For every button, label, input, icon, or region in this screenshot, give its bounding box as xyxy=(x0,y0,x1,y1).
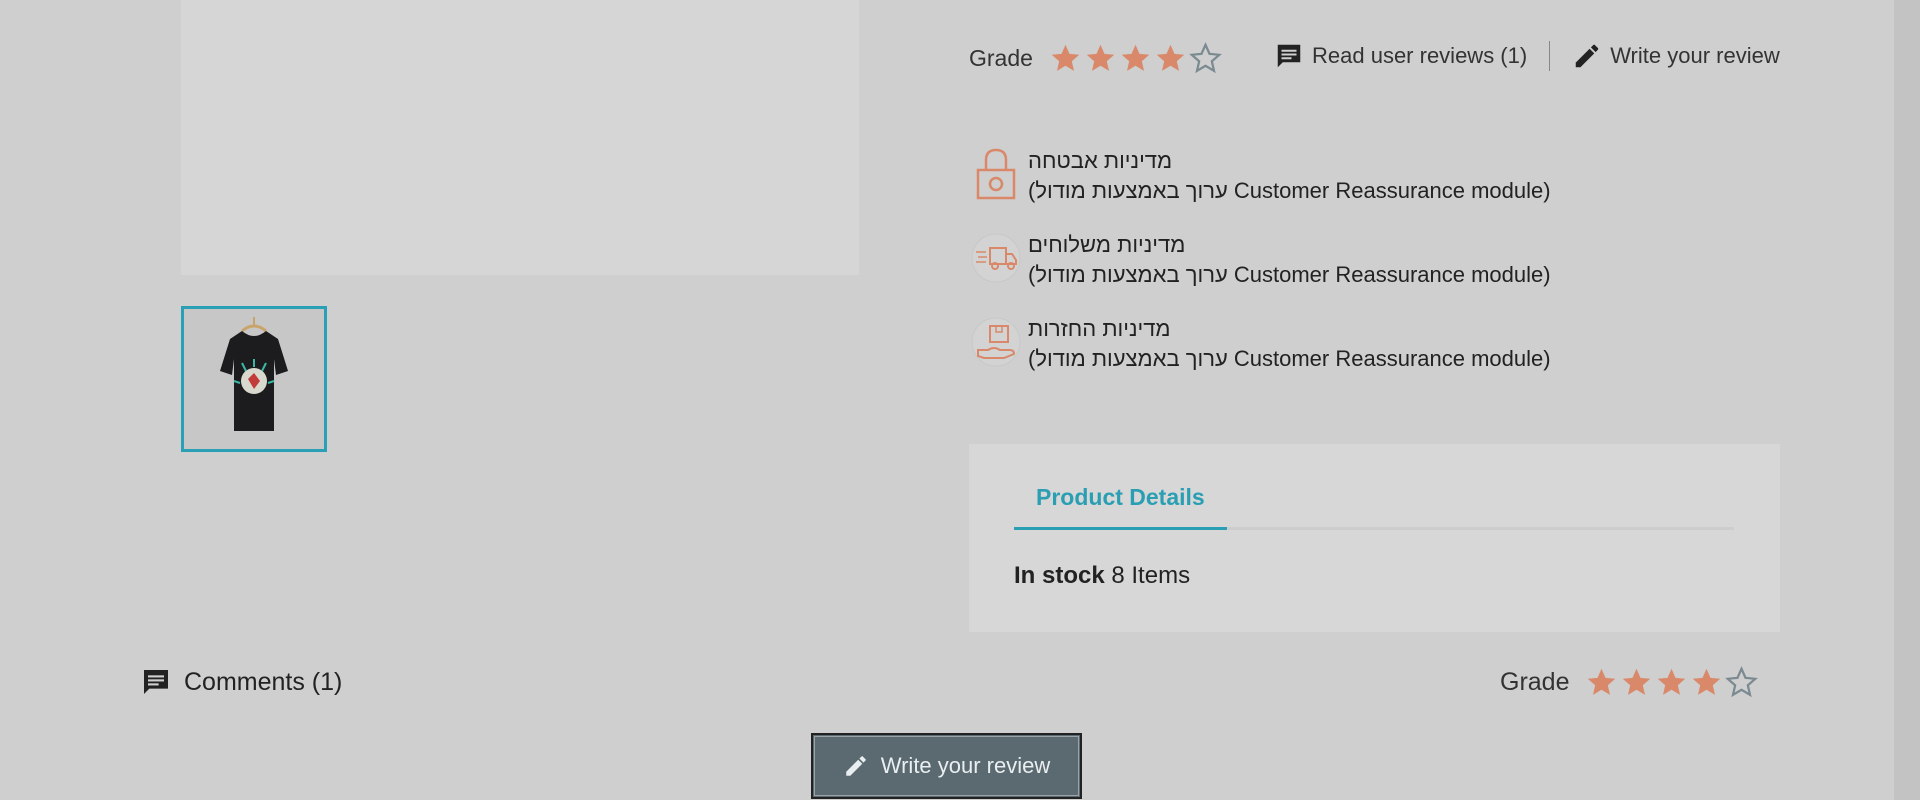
reassurance-item: מדיניות משלוחים (ערוך באמצעות מודול Cust… xyxy=(970,230,1630,314)
product-rating: Grade xyxy=(969,40,1222,76)
comments-rating: Grade xyxy=(1500,664,1759,700)
details-tabs: Product Details xyxy=(1014,444,1734,530)
read-reviews-label: Read user reviews (1) xyxy=(1312,43,1528,68)
lock-icon xyxy=(976,148,1016,200)
page-side-strip xyxy=(1894,0,1920,800)
link-divider xyxy=(1549,41,1551,71)
write-review-link[interactable]: Write your review xyxy=(1572,41,1780,71)
reassurance-desc: (ערוך באמצעות מודול Customer Reassurance… xyxy=(1028,346,1551,371)
product-main-image xyxy=(181,0,859,275)
stock-info: In stock 8 Items xyxy=(1014,562,1190,590)
review-links: Read user reviews (1) Write your review xyxy=(1274,38,1780,74)
tab-product-details[interactable]: Product Details xyxy=(1014,484,1227,530)
customer-reassurance: מדיניות אבטחה (ערוך באמצעות מודול Custom… xyxy=(970,146,1630,398)
star-filled-icon xyxy=(1588,668,1616,695)
write-review-label: Write your review xyxy=(1610,43,1780,68)
reassurance-item: מדיניות אבטחה (ערוך באמצעות מודול Custom… xyxy=(970,146,1630,230)
reassurance-desc: (ערוך באמצעות מודול Customer Reassurance… xyxy=(1028,178,1551,203)
star-filled-icon xyxy=(1623,668,1651,695)
reassurance-title: מדיניות משלוחים xyxy=(1028,232,1186,257)
comment-icon xyxy=(144,670,168,694)
product-details-panel: Product Details In stock 8 Items xyxy=(969,444,1780,632)
star-empty-icon xyxy=(1189,41,1222,73)
return-package-icon xyxy=(971,317,1021,367)
star-filled-icon xyxy=(1051,44,1080,71)
star-filled-icon xyxy=(1121,44,1150,71)
delivery-truck-icon xyxy=(971,233,1021,283)
grade-label: Grade xyxy=(1500,667,1570,696)
comments-header: Comments (1) xyxy=(140,666,342,698)
tshirt-image xyxy=(184,309,324,449)
reassurance-title: מדיניות החזרות xyxy=(1028,316,1171,341)
write-review-button[interactable]: Write your review xyxy=(811,733,1082,799)
comments-label: Comments (1) xyxy=(184,667,343,696)
star-filled-icon xyxy=(1658,668,1686,695)
reassurance-title: מדיניות אבטחה xyxy=(1028,148,1173,173)
star-filled-icon xyxy=(1086,44,1115,71)
rating-stars xyxy=(1049,41,1222,75)
star-filled-icon xyxy=(1693,668,1721,695)
reassurance-desc: (ערוך באמצעות מודול Customer Reassurance… xyxy=(1028,262,1551,287)
star-filled-icon xyxy=(1156,44,1185,71)
rating-stars xyxy=(1585,665,1759,699)
product-thumbnail[interactable] xyxy=(181,306,327,452)
reassurance-item: מדיניות החזרות (ערוך באמצעות מודול Custo… xyxy=(970,314,1630,398)
grade-label: Grade xyxy=(969,44,1033,71)
stock-label: In stock xyxy=(1014,562,1105,589)
comment-icon xyxy=(1277,44,1301,68)
pencil-icon xyxy=(845,756,866,776)
star-empty-icon xyxy=(1725,665,1759,697)
stock-value: 8 Items xyxy=(1111,562,1191,589)
read-reviews-link[interactable]: Read user reviews (1) xyxy=(1274,41,1527,71)
pencil-icon xyxy=(1575,44,1599,68)
write-review-button-label: Write your review xyxy=(880,753,1051,778)
